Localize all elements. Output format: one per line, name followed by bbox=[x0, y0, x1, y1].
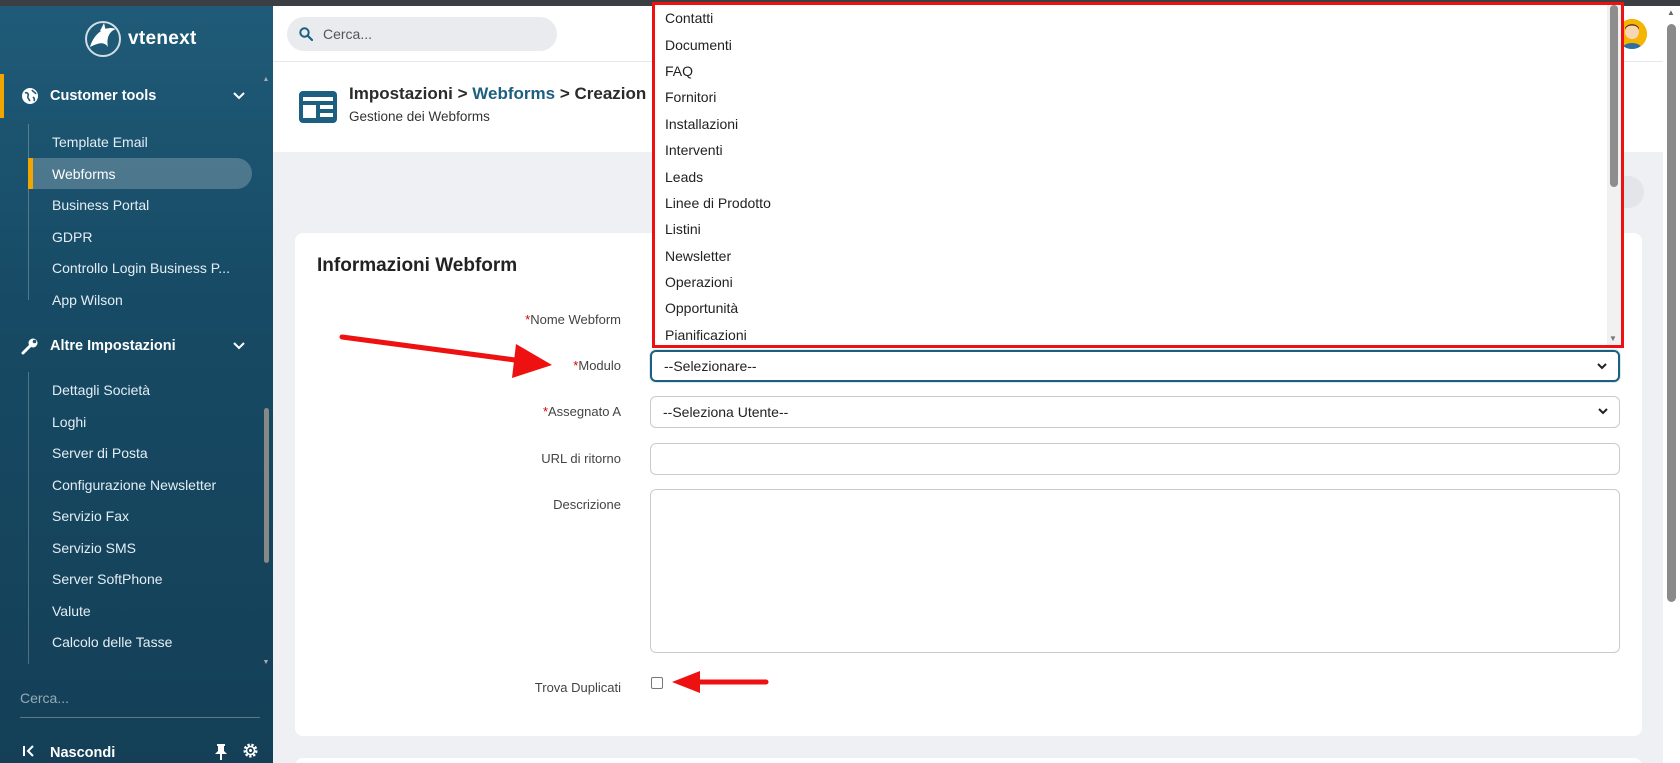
page-subtitle: Gestione dei Webforms bbox=[349, 109, 490, 124]
sidebar-item-valute[interactable]: Valute bbox=[28, 595, 252, 626]
url-label: URL di ritorno bbox=[541, 451, 621, 466]
label-text: Nome Webform bbox=[530, 312, 621, 327]
sidebar-group-altre-impostazioni[interactable]: Altre Impostazioni bbox=[0, 324, 273, 368]
search-placeholder: Cerca... bbox=[323, 26, 373, 42]
assegnato-select-value: --Seleziona Utente-- bbox=[663, 404, 789, 420]
webform-icon bbox=[299, 91, 337, 123]
sidebar-item-webforms[interactable]: Webforms bbox=[28, 158, 252, 189]
global-search-input[interactable]: Cerca... bbox=[287, 17, 557, 51]
dropdown-scrollbar[interactable]: ▼ bbox=[1607, 5, 1621, 345]
scrollbar-thumb[interactable] bbox=[1667, 24, 1676, 602]
sidebar-item-servizio-sms[interactable]: Servizio SMS bbox=[28, 532, 252, 563]
sidebar-group-customer-tools[interactable]: Customer tools bbox=[0, 74, 273, 118]
assegnato-select[interactable]: --Seleziona Utente-- bbox=[650, 396, 1620, 428]
sidebar: vtenext Customer tools Template Email We… bbox=[0, 6, 273, 763]
scroll-up-arrow-icon[interactable]: ▲ bbox=[262, 76, 270, 83]
sidebar-item-loghi[interactable]: Loghi bbox=[28, 406, 252, 437]
dropdown-option[interactable]: Linee di Prodotto bbox=[655, 190, 1621, 216]
modulo-select-value: --Selezionare-- bbox=[664, 358, 757, 374]
sidebar-group-label: Customer tools bbox=[50, 88, 157, 104]
modulo-dropdown-list[interactable]: Contatti Documenti FAQ Fornitori Install… bbox=[652, 2, 1624, 348]
label-text: Assegnato A bbox=[548, 404, 621, 419]
search-icon bbox=[299, 27, 313, 41]
dropdown-option[interactable]: Leads bbox=[655, 163, 1621, 189]
breadcrumb-webforms[interactable]: Webforms bbox=[472, 84, 555, 103]
window-scrollbar[interactable]: ▲ bbox=[1663, 6, 1680, 763]
sidebar-item-configurazione-newsletter[interactable]: Configurazione Newsletter bbox=[28, 469, 252, 500]
dropdown-option[interactable]: Newsletter bbox=[655, 243, 1621, 269]
vtenext-logo[interactable]: vtenext bbox=[80, 16, 197, 62]
scroll-down-arrow-icon[interactable]: ▼ bbox=[262, 659, 270, 666]
sidebar-item-controllo-login[interactable]: Controllo Login Business P... bbox=[28, 252, 252, 283]
assegnato-label: *Assegnato A bbox=[295, 404, 621, 419]
sidebar-scrollbar[interactable]: ▲ ▼ bbox=[262, 76, 270, 666]
card-title: Informazioni Webform bbox=[317, 255, 518, 276]
chevron-down-icon[interactable] bbox=[233, 338, 245, 353]
descrizione-label: Descrizione bbox=[553, 497, 621, 512]
globe-icon bbox=[20, 86, 40, 106]
descrizione-textarea[interactable] bbox=[650, 489, 1620, 653]
sidebar-item-server-softphone[interactable]: Server SoftPhone bbox=[28, 563, 252, 594]
gear-icon[interactable] bbox=[242, 742, 259, 763]
modulo-select[interactable]: --Selezionare-- bbox=[650, 350, 1620, 382]
next-card bbox=[295, 758, 1642, 763]
pin-icon[interactable] bbox=[214, 743, 228, 763]
breadcrumb-creazione: > Creazion bbox=[559, 84, 647, 103]
sidebar-item-server-di-posta[interactable]: Server di Posta bbox=[28, 437, 252, 468]
dropdown-option[interactable]: Interventi bbox=[655, 137, 1621, 163]
brand-name: vtenext bbox=[128, 28, 197, 49]
scrollbar-thumb[interactable] bbox=[264, 408, 269, 563]
sidebar-item-dettagli-societa[interactable]: Dettagli Società bbox=[28, 374, 252, 405]
scroll-up-arrow-icon[interactable]: ▲ bbox=[1667, 8, 1675, 17]
breadcrumb-impostazioni[interactable]: Impostazioni > bbox=[349, 84, 468, 103]
dropdown-option[interactable]: Listini bbox=[655, 216, 1621, 242]
scroll-down-arrow-icon[interactable]: ▼ bbox=[1609, 334, 1617, 343]
hide-sidebar-button[interactable]: Nascondi bbox=[50, 745, 115, 761]
url-input[interactable] bbox=[650, 443, 1620, 475]
collapse-sidebar-icon[interactable] bbox=[22, 745, 36, 761]
trova-duplicati-label: Trova Duplicati bbox=[534, 680, 621, 695]
dropdown-option[interactable]: Documenti bbox=[655, 31, 1621, 57]
chevron-down-icon[interactable] bbox=[233, 88, 245, 103]
dropdown-option[interactable]: FAQ bbox=[655, 58, 1621, 84]
scrollbar-thumb[interactable] bbox=[1610, 5, 1618, 187]
dropdown-option[interactable]: Opportunità bbox=[655, 295, 1621, 321]
label-text: Modulo bbox=[578, 358, 621, 373]
chevron-down-icon bbox=[1598, 408, 1608, 415]
chevron-down-icon bbox=[1597, 363, 1607, 370]
sidebar-item-calcolo-tasse[interactable]: Calcolo delle Tasse bbox=[28, 626, 252, 657]
dropdown-option[interactable]: Contatti bbox=[655, 5, 1621, 31]
dropdown-option[interactable]: Installazioni bbox=[655, 111, 1621, 137]
nome-webform-label: *Nome Webform bbox=[295, 312, 621, 327]
trova-duplicati-checkbox[interactable] bbox=[651, 677, 663, 689]
modulo-label: *Modulo bbox=[295, 358, 621, 373]
sidebar-search-input[interactable]: Cerca... bbox=[20, 690, 260, 718]
sidebar-item-business-portal[interactable]: Business Portal bbox=[28, 189, 252, 220]
dropdown-option[interactable]: Fornitori bbox=[655, 84, 1621, 110]
sidebar-item-template-email[interactable]: Template Email bbox=[28, 126, 252, 157]
sidebar-item-gdpr[interactable]: GDPR bbox=[28, 221, 252, 252]
wrench-icon bbox=[20, 336, 40, 356]
sidebar-footer: Nascondi bbox=[0, 738, 273, 763]
dolphin-logo-icon bbox=[85, 21, 121, 57]
sidebar-group-label: Altre Impostazioni bbox=[50, 338, 176, 354]
breadcrumb: Impostazioni > Webforms > Creazion bbox=[349, 84, 646, 104]
sidebar-item-app-wilson[interactable]: App Wilson bbox=[28, 284, 252, 315]
dropdown-option[interactable]: Pianificazioni bbox=[655, 322, 1621, 345]
dropdown-option[interactable]: Operazioni bbox=[655, 269, 1621, 295]
sidebar-item-servizio-fax[interactable]: Servizio Fax bbox=[28, 500, 252, 531]
